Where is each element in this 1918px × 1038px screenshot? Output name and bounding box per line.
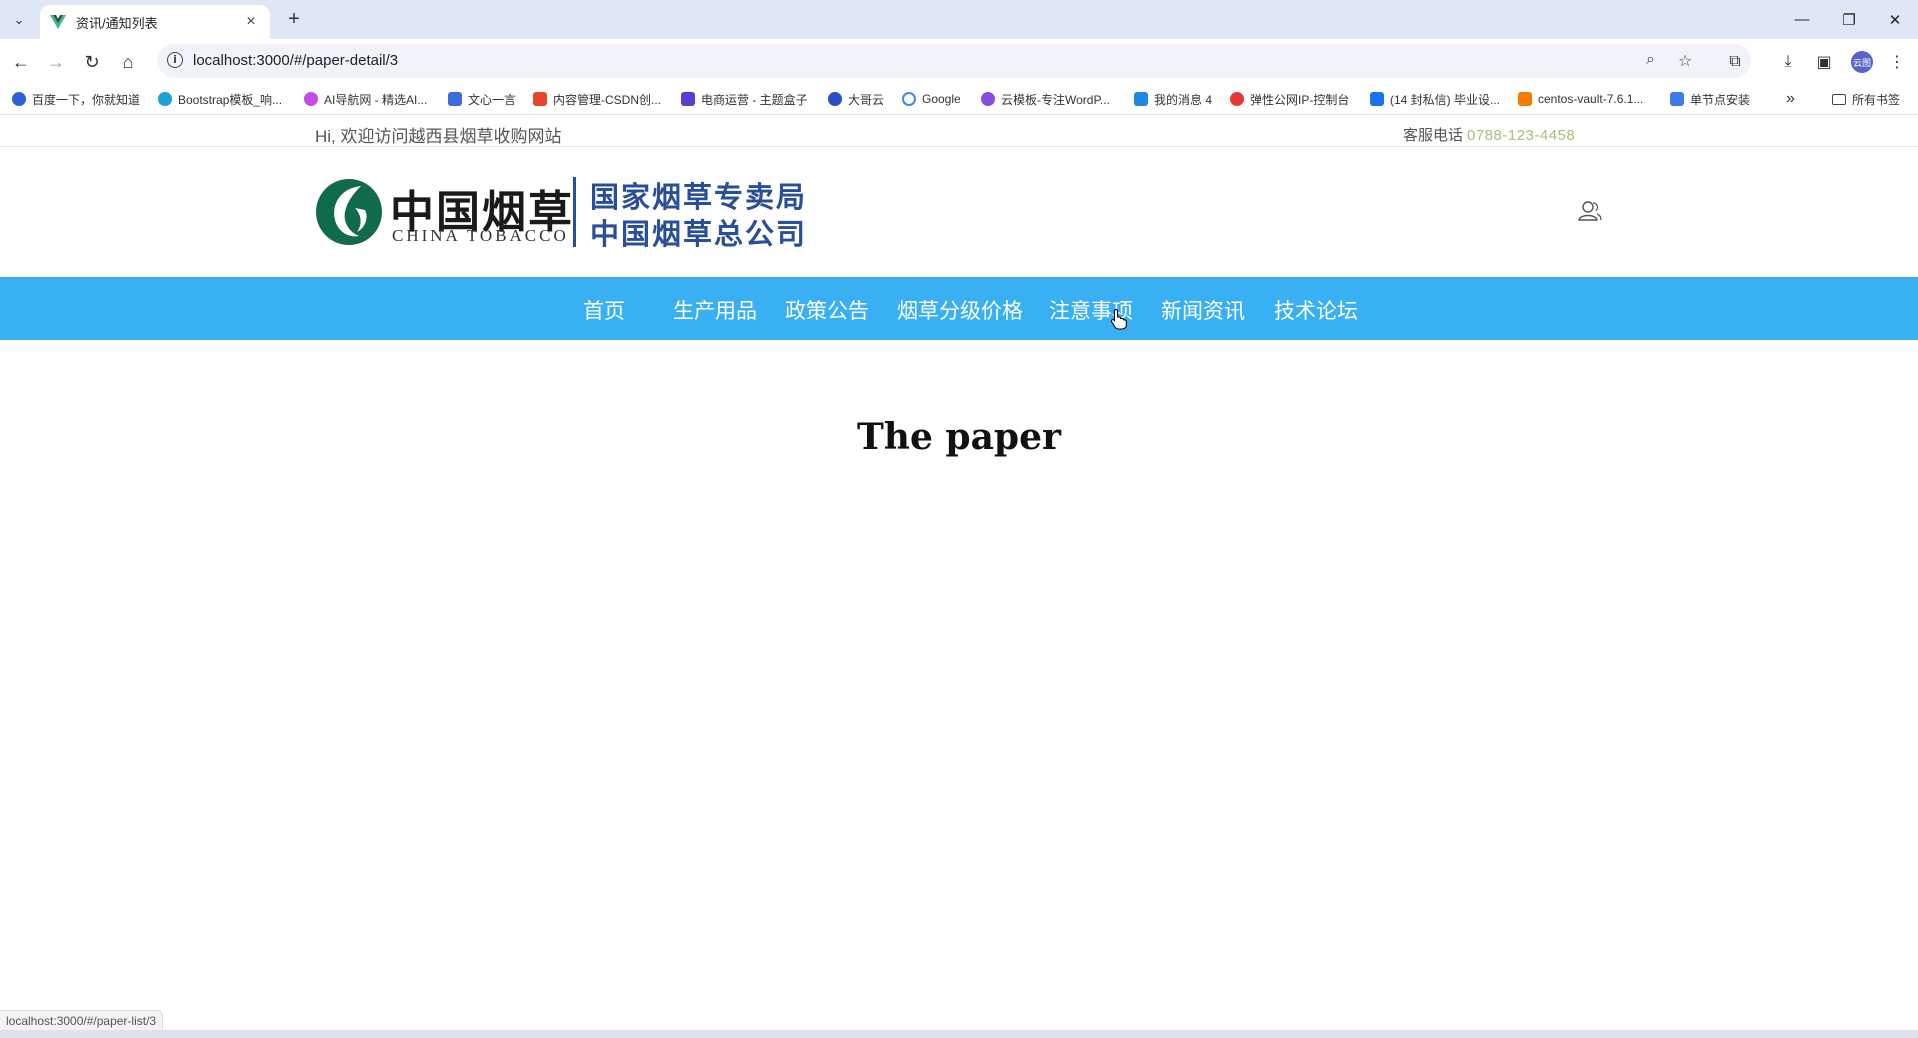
- nav-home[interactable]: 首页: [583, 295, 625, 325]
- window-bottom-edge: [0, 1030, 1918, 1038]
- forward-button[interactable]: →: [41, 47, 71, 77]
- hand-pointer-cursor-icon: [1110, 308, 1127, 330]
- theme-box-icon: [681, 92, 695, 106]
- restore-button[interactable]: ❐: [1826, 0, 1872, 39]
- bookmark-item[interactable]: 百度一下，你就知道: [12, 89, 140, 109]
- tab-search-dropdown-icon[interactable]: ⌄: [6, 8, 32, 32]
- vue-favicon-icon: [50, 15, 66, 29]
- status-url-bubble: localhost:3000/#/paper-list/3: [0, 1010, 164, 1032]
- site-info-icon[interactable]: i: [167, 52, 183, 68]
- back-button[interactable]: ←: [6, 47, 36, 77]
- nav-grading-price[interactable]: 烟草分级价格: [897, 295, 1023, 325]
- home-button[interactable]: ⌂: [113, 47, 143, 77]
- bookmark-item[interactable]: 弹性公网IP-控制台: [1230, 89, 1349, 109]
- bilibili-icon: [1134, 92, 1148, 106]
- address-bar[interactable]: i localhost:3000/#/paper-detail/3 ⌕ ☆: [157, 44, 1751, 78]
- bookmark-item[interactable]: 文心一言: [448, 89, 516, 109]
- nav-supplies[interactable]: 生产用品: [673, 295, 757, 325]
- ai-nav-icon: [304, 92, 318, 106]
- close-window-button[interactable]: ✕: [1872, 0, 1918, 39]
- url-text[interactable]: localhost:3000/#/paper-detail/3: [193, 52, 398, 69]
- hotline-label: 客服电话: [1403, 127, 1464, 144]
- tab-title: 资讯/通知列表: [76, 15, 158, 31]
- logo-agency-line2: 中国烟草总公司: [590, 217, 808, 251]
- wenxin-icon: [448, 92, 462, 106]
- bookmark-item[interactable]: Bootstrap模板_响...: [158, 89, 282, 109]
- reload-button[interactable]: ↻: [77, 47, 107, 77]
- logo-divider: [573, 177, 576, 247]
- extensions-icon[interactable]: ⧉: [1722, 49, 1748, 75]
- bookmark-item[interactable]: 单节点安装: [1670, 89, 1750, 109]
- main-nav-bar: 首页 生产用品 政策公告 烟草分级价格 注意事项 新闻资讯 技术论坛: [0, 277, 1918, 340]
- bootstrap-site-icon: [158, 92, 172, 106]
- bookmark-item[interactable]: AI导航网 - 精选AI...: [304, 89, 427, 109]
- bookmark-item[interactable]: 电商运营 - 主题盒子: [681, 89, 808, 109]
- site-top-strip: Hi, 欢迎访问越西县烟草收购网站 客服电话 0788-123-4458: [0, 115, 1918, 147]
- welcome-text: Hi, 欢迎访问越西县烟草收购网站: [315, 127, 562, 146]
- paper-title: The paper: [857, 416, 1061, 458]
- profile-avatar[interactable]: 云图: [1851, 51, 1873, 73]
- bookmark-item[interactable]: 我的消息 4: [1134, 89, 1212, 109]
- all-bookmarks-folder[interactable]: 所有书签: [1832, 89, 1900, 109]
- hotline: 客服电话 0788-123-4458: [1403, 124, 1575, 145]
- browser-tab-active[interactable]: 资讯/通知列表 ×: [40, 5, 270, 39]
- downloads-icon[interactable]: ⤓: [1775, 49, 1801, 75]
- layers-icon: [1670, 92, 1684, 106]
- logo-english-text: CHINA TOBACCO: [392, 226, 569, 245]
- bookmark-item[interactable]: centos-vault-7.6.1...: [1518, 89, 1643, 109]
- bookmark-item[interactable]: Google: [902, 89, 961, 109]
- google-icon: [902, 92, 916, 106]
- site-header: 中国烟草 CHINA TOBACCO 国家烟草专卖局 中国烟草总公司: [0, 147, 1918, 277]
- folder-icon: [1832, 93, 1846, 105]
- china-tobacco-emblem-icon: [316, 179, 382, 245]
- zhihu-icon: [1370, 92, 1384, 106]
- browser-toolbar: ← → ↻ ⌂ i localhost:3000/#/paper-detail/…: [0, 39, 1918, 84]
- site-logo[interactable]: 中国烟草 CHINA TOBACCO 国家烟草专卖局 中国烟草总公司: [315, 174, 815, 251]
- baidu-paw-icon: [12, 92, 26, 106]
- huawei-icon: [1230, 92, 1244, 106]
- browser-tab-bar: ⌄ 资讯/通知列表 × + — ❐ ✕: [0, 0, 1918, 39]
- bookmarks-bar: 百度一下，你就知道 Bootstrap模板_响... AI导航网 - 精选AI.…: [0, 84, 1918, 115]
- side-panel-icon[interactable]: ▣: [1811, 49, 1837, 75]
- bookmark-item[interactable]: 内容管理-CSDN创...: [533, 89, 661, 109]
- bookmark-star-icon[interactable]: ☆: [1678, 51, 1692, 71]
- minimize-button[interactable]: —: [1779, 0, 1825, 39]
- nav-policy[interactable]: 政策公告: [785, 295, 869, 325]
- nav-forum[interactable]: 技术论坛: [1274, 295, 1358, 325]
- csdn-icon: [533, 92, 547, 106]
- cloud-template-icon: [981, 92, 995, 106]
- bookmark-item[interactable]: (14 封私信) 毕业设...: [1370, 89, 1500, 109]
- aliyun-icon: [1518, 92, 1532, 106]
- new-tab-button[interactable]: +: [282, 7, 306, 31]
- zoom-icon[interactable]: ⌕: [1646, 51, 1655, 69]
- bookmark-item[interactable]: 大哥云: [828, 89, 884, 109]
- bookmark-item[interactable]: 云模板-专注WordP...: [981, 89, 1110, 109]
- tab-close-icon[interactable]: ×: [242, 13, 260, 31]
- hotline-number: 0788-123-4458: [1467, 127, 1576, 144]
- nav-news[interactable]: 新闻资讯: [1161, 295, 1245, 325]
- user-account-icon[interactable]: [1577, 199, 1603, 223]
- browser-menu-icon[interactable]: ⋮: [1884, 49, 1910, 75]
- logo-agency-line1: 国家烟草专卖局: [590, 180, 808, 214]
- dage-cloud-icon: [828, 92, 842, 106]
- bookmarks-overflow-icon[interactable]: »: [1786, 89, 1795, 109]
